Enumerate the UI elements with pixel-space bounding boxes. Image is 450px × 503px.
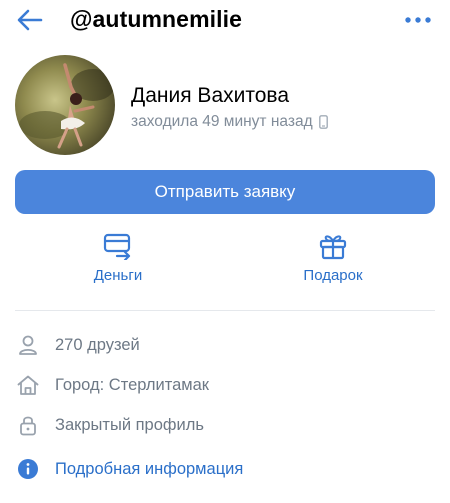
section-divider: [15, 310, 435, 311]
privacy-row: Закрытый профиль: [15, 411, 435, 439]
friends-row[interactable]: 270 друзей: [15, 331, 435, 359]
more-horizontal-icon: [405, 17, 431, 23]
page-title: @autumnemilie: [70, 6, 242, 32]
city-row: Город: Стерлитамак: [15, 371, 435, 399]
city-text: Город: Стерлитамак: [55, 375, 210, 394]
more-button[interactable]: [398, 8, 438, 32]
gift-label: Подарок: [303, 267, 363, 284]
money-label: Деньги: [93, 267, 143, 284]
last-seen-status: заходила 49 минут назад: [131, 113, 328, 131]
lock-icon: [15, 412, 41, 438]
mobile-phone-icon: [318, 115, 328, 129]
details-link[interactable]: Подробная информация: [55, 460, 243, 479]
privacy-text: Закрытый профиль: [55, 415, 204, 434]
last-seen-text: заходила 49 минут назад: [131, 113, 313, 130]
avatar[interactable]: [15, 55, 115, 155]
send-request-button[interactable]: Отправить заявку: [15, 170, 435, 214]
money-action[interactable]: Деньги: [53, 232, 183, 294]
info-icon: [15, 456, 41, 482]
friends-count: 270 друзей: [55, 335, 140, 354]
gift-action[interactable]: Подарок: [268, 232, 398, 294]
home-icon: [15, 372, 41, 398]
back-button[interactable]: [12, 4, 48, 36]
gift-icon: [319, 235, 347, 260]
top-bar: @autumnemilie: [0, 0, 450, 44]
person-icon: [15, 332, 41, 358]
details-row[interactable]: Подробная информация: [15, 455, 435, 483]
money-transfer-icon: [103, 233, 131, 260]
profile-name: Дания Вахитова: [131, 84, 290, 107]
arrow-left-icon: [17, 9, 43, 31]
